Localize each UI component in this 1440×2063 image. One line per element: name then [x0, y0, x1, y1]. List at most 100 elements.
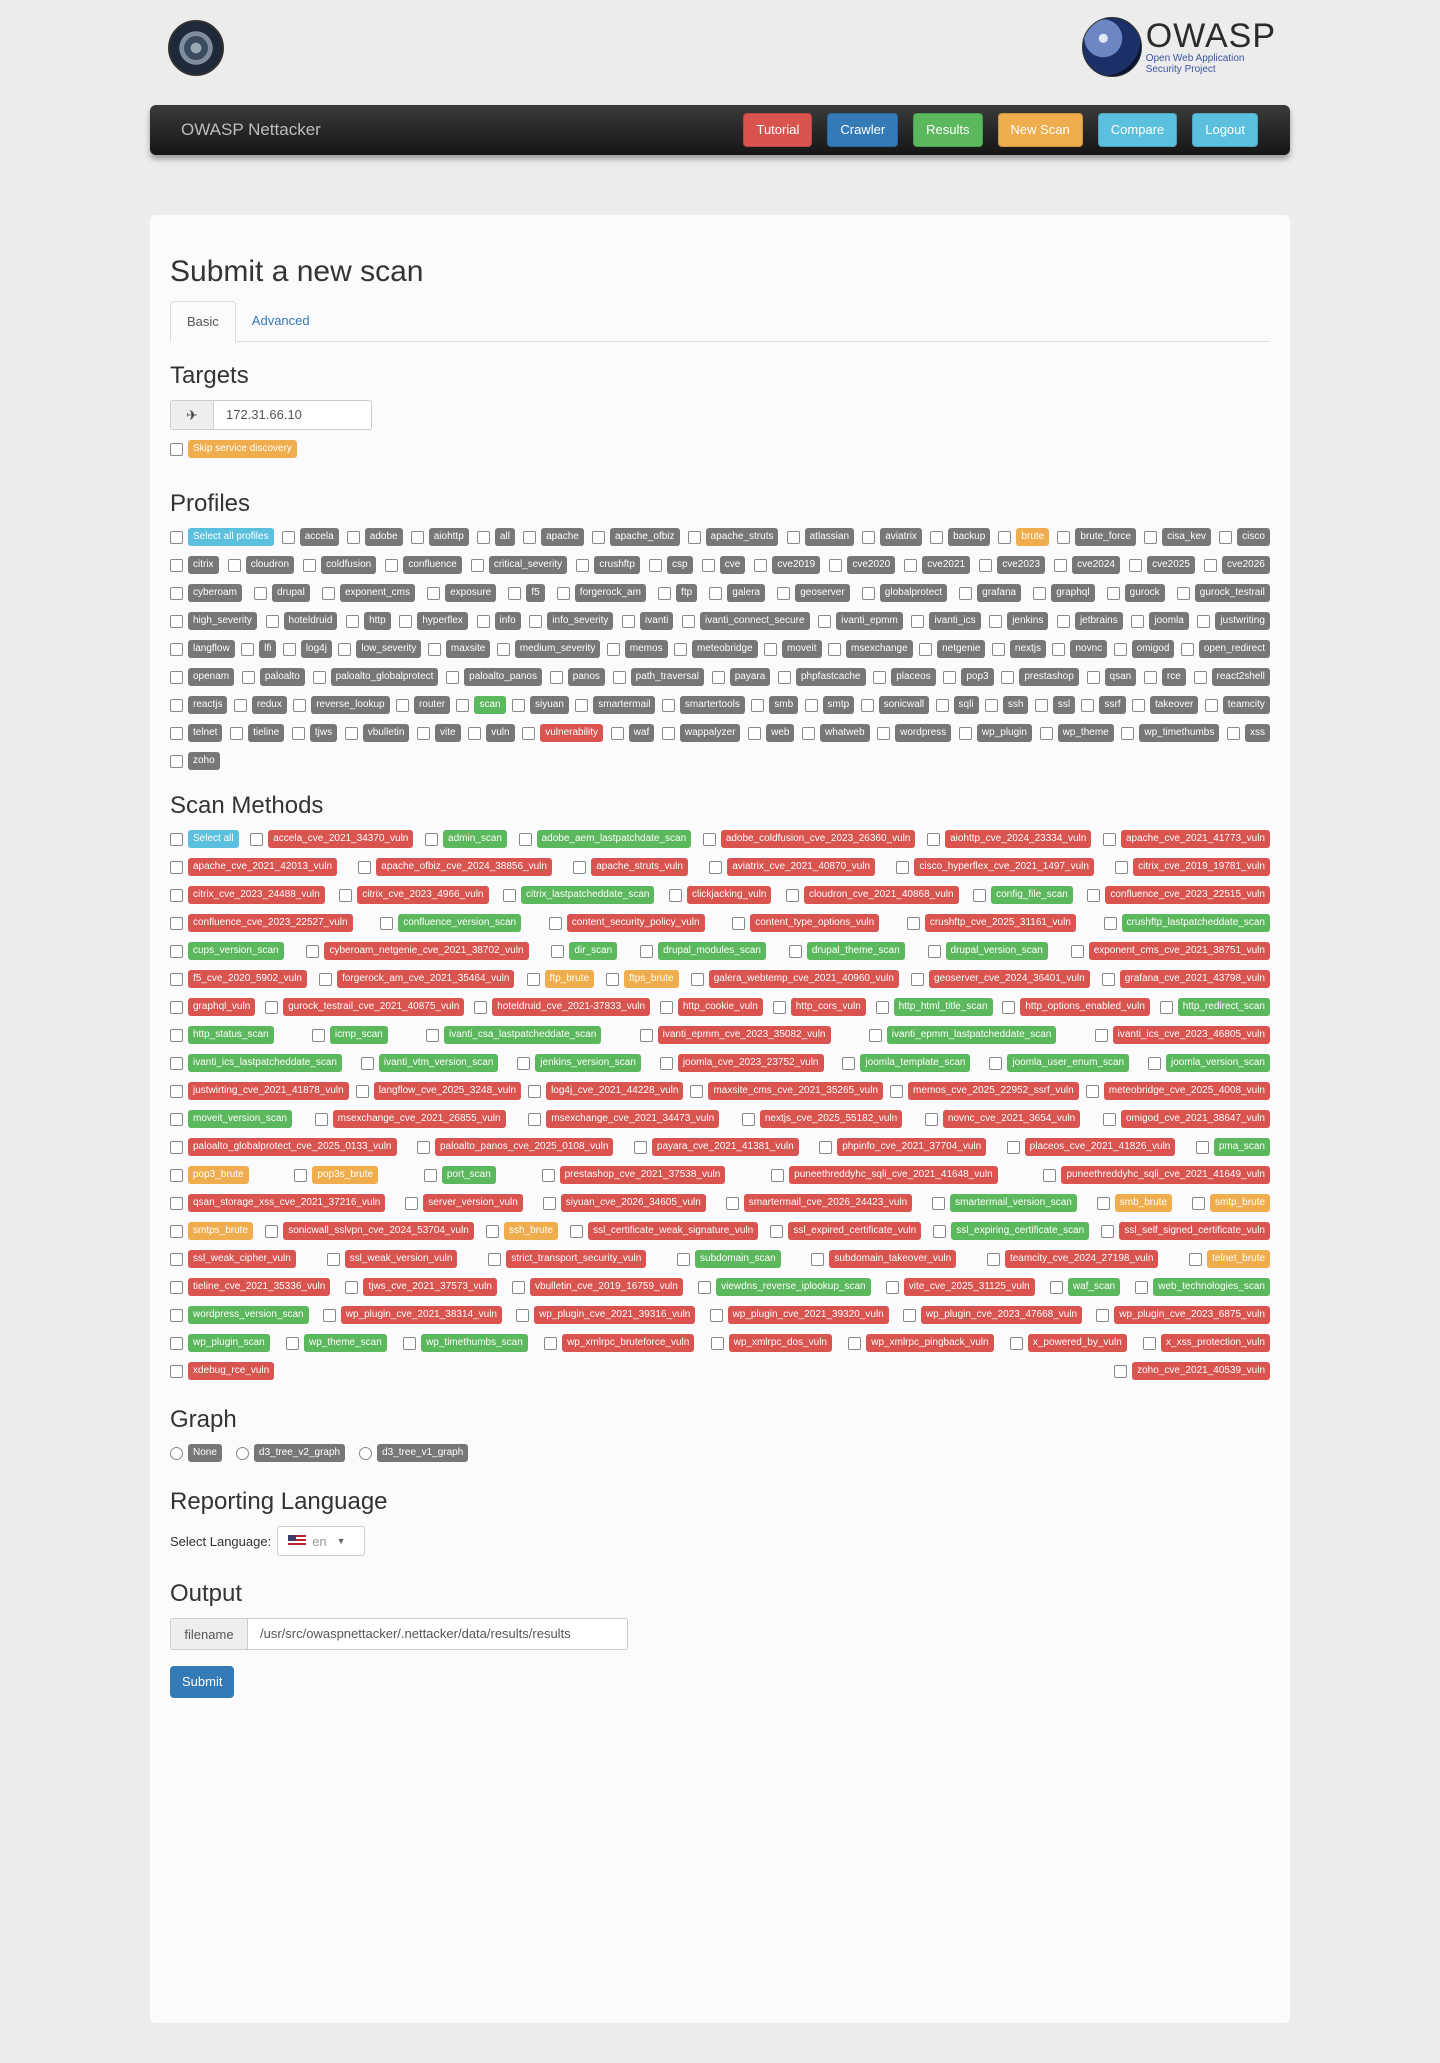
checkbox[interactable]: [959, 586, 973, 600]
scan-method-item[interactable]: memos_cve_2025_22952_ssrf_vuln: [890, 1082, 1079, 1100]
checkbox[interactable]: [576, 558, 590, 572]
checkbox[interactable]: [423, 1168, 437, 1182]
scan-method-item[interactable]: apache_struts_vuln: [573, 858, 688, 876]
checkbox[interactable]: [1102, 832, 1116, 846]
checkbox[interactable]: [659, 1000, 673, 1014]
checkbox[interactable]: [474, 1000, 488, 1014]
checkbox[interactable]: [170, 1364, 183, 1378]
checkbox[interactable]: [906, 916, 920, 930]
profile-item[interactable]: react2shell: [1193, 668, 1270, 686]
profile-item[interactable]: memos: [606, 640, 668, 658]
checkbox[interactable]: [446, 670, 460, 684]
checkbox[interactable]: [1034, 698, 1048, 712]
checkbox[interactable]: [819, 1140, 833, 1154]
checkbox[interactable]: [170, 1168, 183, 1182]
profile-item[interactable]: vite: [417, 724, 461, 742]
profile-item[interactable]: cve2021: [904, 556, 971, 574]
scan-method-item[interactable]: pma_scan: [1195, 1138, 1270, 1156]
scan-method-item[interactable]: http_html_title_scan: [875, 998, 993, 1016]
scan-method-item[interactable]: x_powered_by_vuln: [1009, 1334, 1127, 1352]
checkbox[interactable]: [358, 860, 372, 874]
scan-method-item[interactable]: cups_version_scan: [170, 942, 284, 960]
profile-item[interactable]: wp_timethumbs: [1121, 724, 1220, 742]
scan-method-item[interactable]: viewdns_reverse_iplookup_scan: [698, 1278, 871, 1296]
checkbox[interactable]: [170, 442, 183, 456]
profile-item[interactable]: tieline: [230, 724, 285, 742]
profile-item[interactable]: confluence: [385, 556, 462, 574]
checkbox[interactable]: [754, 558, 768, 572]
checkbox[interactable]: [911, 614, 925, 628]
scan-method-item[interactable]: joomla_version_scan: [1148, 1054, 1270, 1072]
profile-item[interactable]: wordpress: [877, 724, 952, 742]
profile-item[interactable]: panos: [549, 668, 605, 686]
scan-method-item[interactable]: accela_cve_2021_34370_vuln: [250, 830, 414, 848]
checkbox[interactable]: [573, 860, 587, 874]
profile-item[interactable]: citrix: [170, 556, 219, 574]
scan-method-item[interactable]: cyberoam_netgenie_cve_2021_38702_vuln: [306, 942, 529, 960]
checkbox[interactable]: [170, 670, 183, 684]
scan-method-item[interactable]: wp_timethumbs_scan: [403, 1334, 528, 1352]
checkbox[interactable]: [802, 726, 816, 740]
checkbox[interactable]: [170, 726, 183, 740]
checkbox[interactable]: [770, 1224, 784, 1238]
scan-method-item[interactable]: paloalto_panos_cve_2025_0108_vuln: [416, 1138, 614, 1156]
checkbox[interactable]: [556, 586, 570, 600]
checkbox[interactable]: [496, 642, 510, 656]
checkbox[interactable]: [294, 1168, 308, 1182]
checkbox[interactable]: [516, 1308, 530, 1322]
checkbox[interactable]: [930, 530, 944, 544]
checkbox[interactable]: [622, 614, 636, 628]
checkbox[interactable]: [1039, 726, 1053, 740]
checkbox[interactable]: [748, 726, 762, 740]
scan-method-item[interactable]: waf_scan: [1049, 1278, 1121, 1296]
checkbox[interactable]: [873, 670, 887, 684]
profile-item[interactable]: atlassian: [786, 528, 855, 546]
checkbox[interactable]: [338, 642, 352, 656]
profile-item[interactable]: brute_force: [1057, 528, 1136, 546]
checkbox[interactable]: [701, 558, 715, 572]
checkbox[interactable]: [170, 832, 183, 846]
scan-method-item[interactable]: f5_cve_2020_5902_vuln: [170, 970, 307, 988]
checkbox[interactable]: [528, 1112, 542, 1126]
scan-method-item[interactable]: puneethreddyhc_sqli_cve_2021_41649_vuln: [1043, 1166, 1270, 1184]
checkbox[interactable]: [1195, 1140, 1209, 1154]
checkbox[interactable]: [170, 1000, 183, 1014]
checkbox[interactable]: [1006, 1140, 1020, 1154]
checkbox[interactable]: [991, 642, 1005, 656]
checkbox[interactable]: [842, 1056, 856, 1070]
checkbox[interactable]: [170, 860, 183, 874]
scan-method-item[interactable]: ssl_weak_cipher_vuln: [170, 1250, 296, 1268]
checkbox[interactable]: [786, 888, 799, 902]
checkbox[interactable]: [687, 530, 701, 544]
checkbox[interactable]: [1106, 586, 1120, 600]
scan-method-item[interactable]: jenkins_version_scan: [517, 1054, 641, 1072]
checkbox[interactable]: [932, 1196, 946, 1210]
scan-method-item[interactable]: sonicwall_sslvpn_cve_2024_53704_vuln: [265, 1222, 474, 1240]
nav-compare-button[interactable]: Compare: [1097, 113, 1178, 147]
scan-method-item[interactable]: smtps_brute: [170, 1222, 254, 1240]
checkbox[interactable]: [1033, 586, 1047, 600]
checkbox[interactable]: [254, 586, 268, 600]
profile-item[interactable]: geoserver: [777, 584, 850, 602]
checkbox[interactable]: [360, 1056, 374, 1070]
checkbox[interactable]: [989, 1056, 1003, 1070]
graph-option[interactable]: None: [170, 1444, 222, 1462]
checkbox[interactable]: [943, 670, 957, 684]
scan-method-item[interactable]: ivanti_ics_cve_2023_46805_vuln: [1094, 1026, 1270, 1044]
checkbox[interactable]: [170, 530, 183, 544]
checkbox[interactable]: [548, 916, 562, 930]
checkbox[interactable]: [818, 614, 832, 628]
checkbox[interactable]: [282, 642, 296, 656]
checkbox[interactable]: [698, 1280, 712, 1294]
scan-method-item[interactable]: ftp_brute: [526, 970, 595, 988]
checkbox[interactable]: [1131, 698, 1145, 712]
profile-item[interactable]: teamcity: [1204, 696, 1270, 714]
profile-item[interactable]: placeos: [873, 668, 936, 686]
graph-option[interactable]: d3_tree_v1_graph: [359, 1444, 469, 1462]
profile-item[interactable]: ivanti_connect_secure: [682, 612, 810, 630]
profile-item[interactable]: paloalto_globalprotect: [312, 668, 439, 686]
checkbox[interactable]: [1043, 1168, 1057, 1182]
profile-item[interactable]: brute: [998, 528, 1050, 546]
profile-item[interactable]: scan: [456, 696, 506, 714]
profile-item[interactable]: paloalto_panos: [446, 668, 542, 686]
